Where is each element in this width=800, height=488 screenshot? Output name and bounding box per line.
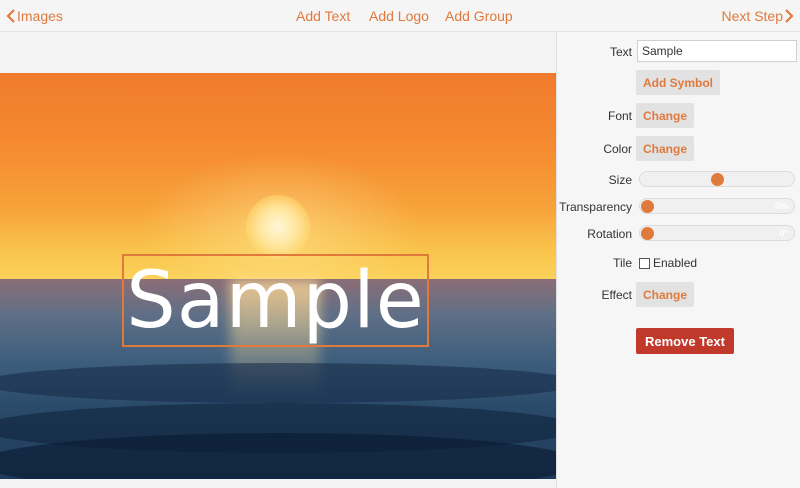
add-logo-link[interactable]: Add Logo (369, 7, 429, 25)
size-slider[interactable] (639, 171, 795, 187)
font-label: Font (607, 109, 632, 123)
checkbox-icon[interactable] (639, 257, 650, 269)
text-overlay-box[interactable]: Sample (122, 254, 429, 347)
color-label: Color (603, 142, 632, 156)
add-group-link[interactable]: Add Group (445, 7, 513, 25)
transparency-label: Transparency (559, 200, 632, 214)
rotation-label: Rotation (587, 227, 632, 241)
chevron-left-icon (6, 9, 15, 23)
photo-wave (0, 363, 556, 403)
add-text-link[interactable]: Add Text (296, 7, 350, 25)
next-step-label: Next Step (721, 8, 783, 24)
tile-label: Tile (613, 256, 632, 270)
photo-sun (246, 195, 310, 259)
color-change-button[interactable]: Change (636, 136, 695, 161)
size-slider-handle[interactable] (710, 173, 724, 186)
canvas-area: Sample (0, 32, 556, 488)
effect-change-button[interactable]: Change (636, 282, 695, 307)
transparency-value: 0% (774, 201, 788, 211)
next-step-link[interactable]: Next Step (722, 7, 795, 25)
tile-enabled-label: Enabled (653, 256, 698, 270)
rotation-slider-handle[interactable] (641, 227, 654, 240)
chevron-right-icon (785, 9, 794, 23)
size-label: Size (608, 173, 632, 187)
text-settings-panel: Text Add Symbol Font Change Color Change… (556, 32, 800, 488)
tile-enabled-toggle[interactable]: Enabled (639, 256, 697, 270)
text-overlay: Sample (126, 255, 425, 346)
rotation-slider[interactable]: 0° (639, 225, 795, 241)
transparency-slider-handle[interactable] (641, 200, 654, 213)
remove-text-button[interactable]: Remove Text (636, 328, 734, 354)
transparency-slider[interactable]: 0% (639, 198, 795, 214)
text-label: Text (609, 45, 632, 59)
add-symbol-button[interactable]: Add Symbol (636, 70, 721, 95)
font-change-button[interactable]: Change (636, 103, 695, 128)
effect-label: Effect (601, 288, 632, 302)
top-nav-bar: Images Add Text Add Logo Add Group Next … (0, 0, 800, 32)
sunset-photo[interactable]: Sample (0, 73, 556, 479)
back-to-images-link[interactable]: Images (5, 7, 63, 25)
rotation-value: 0° (779, 228, 788, 238)
back-link-label: Images (17, 8, 63, 24)
text-input[interactable] (637, 40, 797, 62)
photo-wave (0, 433, 556, 479)
